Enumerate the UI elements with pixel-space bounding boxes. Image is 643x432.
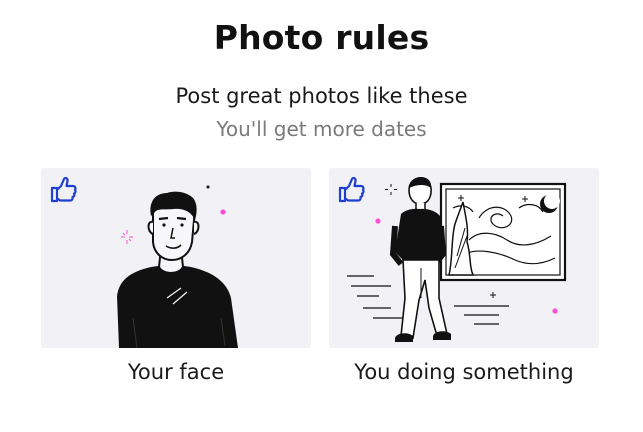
activity-illustration [338, 176, 567, 342]
card-caption-activity: You doing something [354, 360, 574, 384]
thumbs-up-icon [50, 176, 77, 203]
page-title: Photo rules [213, 18, 430, 57]
sparkle-icon [385, 184, 397, 195]
card-caption-face: Your face [127, 360, 225, 384]
thumbs-up-icon [338, 176, 365, 203]
sparkle-icon [490, 292, 496, 298]
photo-example-card-activity [329, 168, 599, 348]
sparkle-icon [121, 230, 133, 244]
photo-example-card-face [41, 168, 311, 348]
page-subtitle: Post great photos like these [175, 84, 468, 108]
page-note: You'll get more dates [216, 117, 427, 141]
face-illustration [50, 176, 238, 348]
